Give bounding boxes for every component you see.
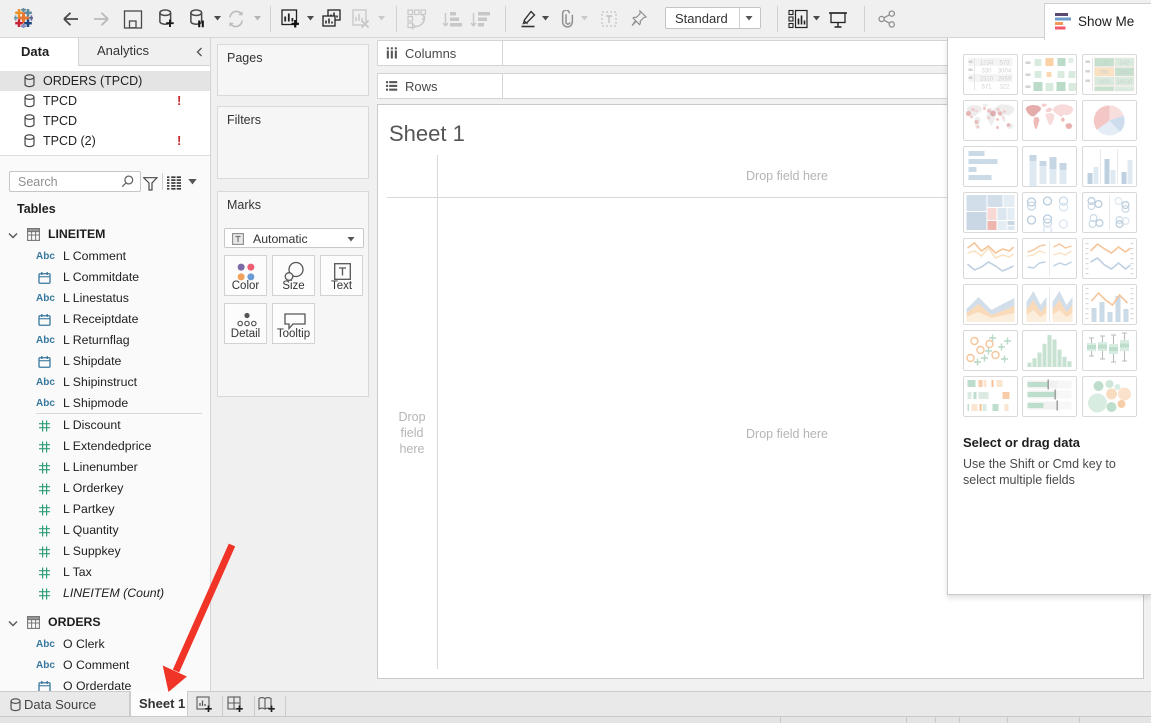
svg-text:330: 330: [981, 69, 992, 75]
svg-text:322: 322: [999, 85, 1010, 91]
svg-text:571: 571: [981, 85, 992, 91]
svg-text:2859: 2859: [998, 77, 1012, 83]
svg-text:542: 542: [1120, 60, 1129, 66]
svg-text:985: 985: [1120, 70, 1129, 76]
svg-text:1234: 1234: [980, 61, 994, 67]
svg-text:123: 123: [1099, 60, 1108, 66]
svg-text:573: 573: [999, 61, 1010, 67]
svg-text:10530: 10530: [1117, 79, 1132, 85]
svg-text:786: 786: [1099, 70, 1108, 76]
svg-text:2450: 2450: [1098, 79, 1110, 85]
svg-text:2320: 2320: [980, 77, 994, 83]
svg-text:3004: 3004: [998, 69, 1012, 75]
